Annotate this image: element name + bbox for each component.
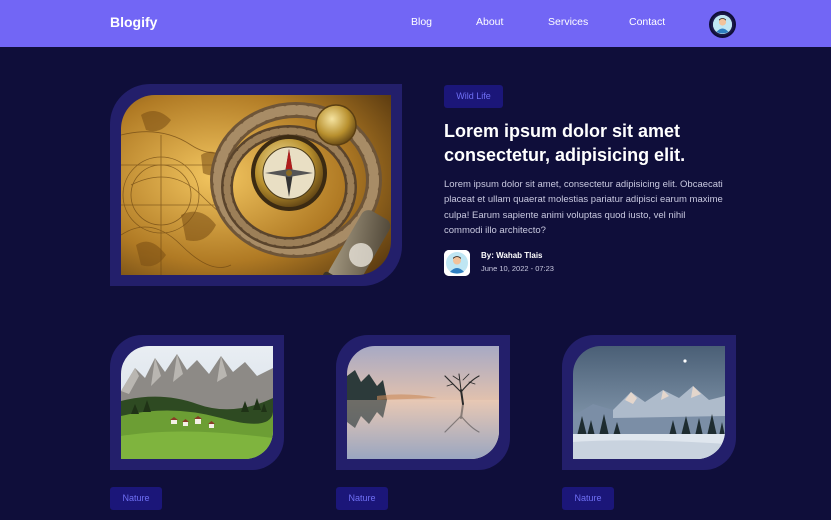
nav-link-contact[interactable]: Contact	[629, 16, 665, 28]
card-image[interactable]	[347, 346, 499, 459]
card-image[interactable]	[573, 346, 725, 459]
user-avatar-icon	[713, 15, 732, 34]
category-tag[interactable]: Wild Life	[444, 85, 503, 108]
post-excerpt: Lorem ipsum dolor sit amet, consectetur …	[444, 179, 723, 236]
post-title[interactable]: Lorem ipsum dolor sit amet consectetur, …	[444, 119, 744, 167]
nav-link-services[interactable]: Services	[548, 16, 588, 28]
author-avatar	[444, 250, 470, 276]
card-image[interactable]	[121, 346, 273, 459]
snowy-mountains-image	[573, 346, 725, 459]
category-tag[interactable]: Nature	[562, 487, 614, 510]
lake-tree-image	[347, 346, 499, 459]
alpine-meadow-image	[121, 346, 273, 459]
author-name: By: Wahab Tlais	[481, 251, 543, 260]
navbar: Blogify Blog About Services Contact	[0, 0, 831, 47]
category-tag[interactable]: Nature	[110, 487, 162, 510]
brand-logo[interactable]: Blogify	[110, 14, 157, 30]
compass-map-image	[121, 95, 391, 275]
author-avatar-icon	[444, 250, 470, 276]
nav-link-blog[interactable]: Blog	[411, 16, 432, 28]
featured-image[interactable]	[121, 95, 391, 275]
nav-link-about[interactable]: About	[476, 16, 503, 28]
category-tag[interactable]: Nature	[336, 487, 388, 510]
post-date: June 10, 2022 - 07:23	[481, 264, 554, 273]
user-avatar[interactable]	[709, 11, 736, 38]
